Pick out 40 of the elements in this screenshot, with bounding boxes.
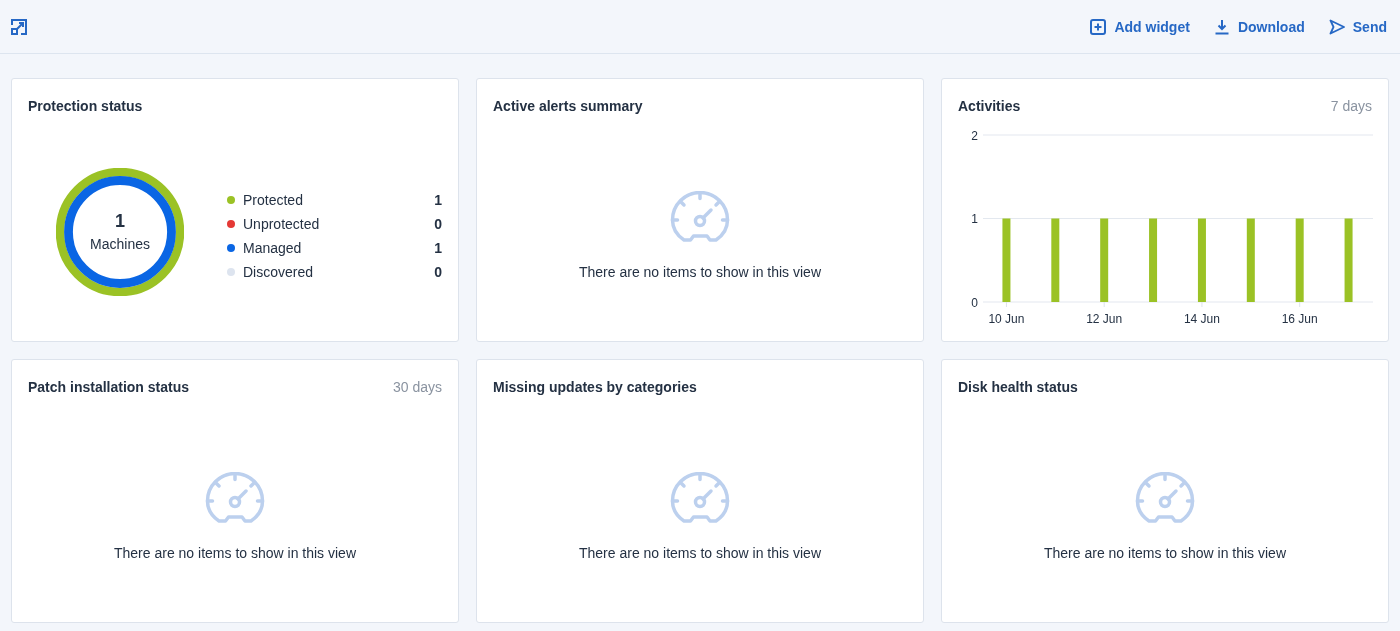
plus-icon: [1090, 18, 1107, 35]
widget-title: Patch installation status: [28, 377, 190, 397]
y-tick-label: 0: [971, 295, 978, 310]
widget-title: Protection status: [28, 96, 143, 116]
widget-title: Activities: [958, 96, 1021, 116]
legend-count: 1: [434, 239, 442, 258]
x-tick-label: 12 Jun: [1086, 312, 1123, 326]
total-count: 1: [115, 210, 125, 232]
empty-message: There are no items to show in this view: [1044, 544, 1286, 563]
legend-count: 0: [434, 263, 442, 282]
legend-label: Discovered: [243, 263, 314, 282]
x-tick-label: 16 Jun: [1281, 312, 1318, 326]
send-icon: [1328, 18, 1345, 35]
period-label: 30 days: [392, 377, 442, 397]
expand-icon[interactable]: [11, 18, 27, 35]
add-button[interactable]: Add widget: [1090, 16, 1190, 37]
gauge-icon: [205, 472, 265, 524]
x-tick-label: 10 Jun: [988, 312, 1025, 326]
legend-count: 1: [434, 191, 442, 210]
legend-label: Managed: [243, 239, 302, 258]
empty-message: There are no items to show in this view: [114, 544, 356, 563]
y-tick-label: 1: [971, 212, 978, 226]
legend-label: Protected: [243, 191, 303, 210]
widget-title: Disk health status: [958, 377, 1078, 397]
period-label: 7 days: [1330, 96, 1372, 116]
x-tick-label: 14 Jun: [1183, 312, 1220, 326]
total-label: Machines: [90, 235, 150, 254]
send-button[interactable]: Send: [1328, 16, 1387, 37]
legend-label: Unprotected: [243, 215, 320, 234]
gauge-icon: [670, 472, 730, 524]
widget-title: Missing updates by categories: [493, 377, 697, 397]
legend-count: 0: [434, 215, 442, 234]
empty-message: There are no items to show in this view: [579, 263, 821, 282]
y-tick-label: 2: [971, 128, 978, 143]
download-button[interactable]: Download: [1213, 16, 1305, 37]
empty-message: There are no items to show in this view: [579, 544, 821, 563]
widget-title: Active alerts summary: [493, 96, 643, 116]
gauge-icon: [1135, 472, 1195, 524]
download-icon: [1213, 18, 1230, 35]
gauge-icon: [670, 191, 730, 243]
